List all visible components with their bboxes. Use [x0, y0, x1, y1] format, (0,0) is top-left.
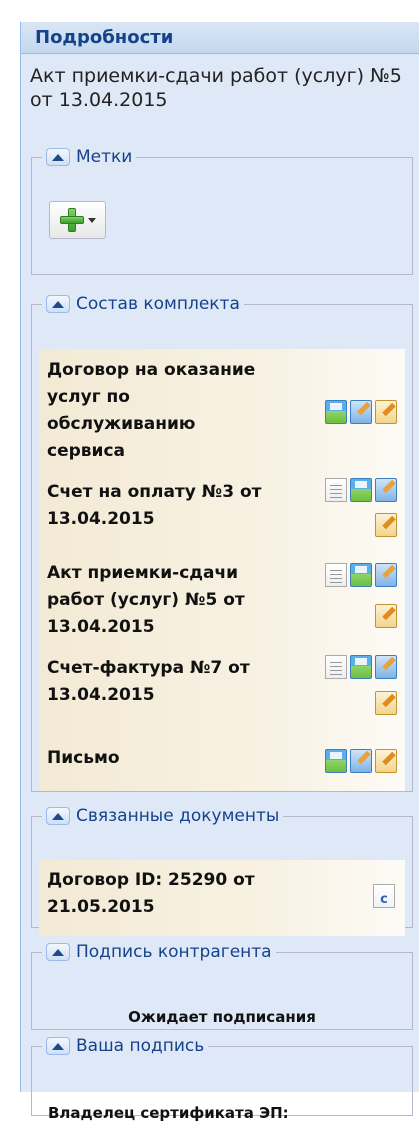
kit-item[interactable]: Счет-фактура №7 от 13.04.2015 — [39, 651, 405, 733]
details-panel: Подробности Акт приемки-сдачи работ (усл… — [20, 22, 419, 1122]
edit-icon[interactable] — [375, 563, 397, 587]
counterparty-legend-text: Подпись контрагента — [76, 942, 272, 962]
add-label-button[interactable] — [49, 201, 106, 239]
document-icon[interactable] — [325, 655, 347, 679]
labels-legend[interactable]: Метки — [42, 147, 136, 167]
panel-title: Подробности — [21, 22, 419, 54]
kit-item[interactable]: Счет на оплату №3 от 13.04.2015 — [39, 475, 405, 556]
save-icon[interactable] — [350, 563, 372, 587]
kit-legend-text: Состав комплекта — [76, 294, 240, 314]
edit-icon[interactable] — [375, 478, 397, 502]
collapse-icon[interactable] — [46, 1037, 70, 1055]
related-item[interactable]: Договор ID: 25290 от 21.05.2015 c — [39, 860, 405, 936]
collapse-icon[interactable] — [46, 148, 70, 166]
kit-item-title: Акт приемки-сдачи работ (услуг) №5 от 13… — [47, 563, 245, 637]
collapse-icon[interactable] — [46, 943, 70, 961]
kit-item-title: Счет-фактура №7 от 13.04.2015 — [47, 658, 250, 705]
edit-icon[interactable] — [350, 749, 372, 773]
sign-icon[interactable] — [375, 691, 397, 715]
kit-item[interactable]: Договор на оказание услуг по обслуживани… — [39, 349, 405, 475]
kit-item[interactable]: Акт приемки-сдачи работ (услуг) №5 от 13… — [39, 556, 405, 651]
sign-icon[interactable] — [375, 604, 397, 628]
save-icon[interactable] — [350, 655, 372, 679]
document-icon[interactable] — [325, 563, 347, 587]
plus-icon — [59, 208, 84, 232]
save-icon[interactable] — [350, 478, 372, 502]
my-signature-group: Ваша подпись Владелец сертификата ЭП: — [31, 1036, 413, 1122]
document-icon[interactable] — [325, 478, 347, 502]
status-text: Ожидает подписания — [128, 1008, 316, 1026]
collapse-icon[interactable] — [46, 807, 70, 825]
certificate-owner-label: Владелец сертификата ЭП: — [48, 1104, 289, 1122]
counterparty-group: Подпись контрагента Ожидает подписания — [31, 942, 413, 1030]
kit-group: Состав комплекта Договор на оказание усл… — [31, 294, 413, 792]
collapse-icon[interactable] — [46, 295, 70, 313]
document-title: Акт приемки-сдачи работ (услуг) №5 от 13… — [30, 65, 402, 111]
kit-legend[interactable]: Состав комплекта — [42, 294, 244, 314]
related-item-title: Договор ID: 25290 от 21.05.2015 — [47, 870, 255, 917]
sign-icon[interactable] — [375, 749, 397, 773]
kit-item-title: Письмо — [47, 748, 120, 768]
sign-icon[interactable] — [375, 400, 397, 424]
save-icon[interactable] — [325, 749, 347, 773]
related-legend[interactable]: Связанные документы — [42, 806, 283, 826]
counterparty-legend[interactable]: Подпись контрагента — [42, 942, 276, 962]
edit-icon[interactable] — [375, 655, 397, 679]
save-icon[interactable] — [325, 400, 347, 424]
edit-icon[interactable] — [350, 400, 372, 424]
labels-group: Метки — [31, 147, 413, 275]
related-legend-text: Связанные документы — [76, 806, 280, 826]
labels-legend-text: Метки — [76, 147, 133, 167]
kit-item[interactable]: Письмо — [39, 733, 405, 791]
contract-icon[interactable]: c — [373, 884, 395, 908]
kit-item-title: Счет на оплату №3 от 13.04.2015 — [47, 482, 262, 529]
kit-item-title: Договор на оказание услуг по обслуживани… — [47, 360, 256, 461]
sign-icon[interactable] — [375, 513, 397, 537]
my-signature-legend[interactable]: Ваша подпись — [42, 1036, 208, 1056]
related-group: Связанные документы Договор ID: 25290 от… — [31, 806, 413, 936]
my-signature-legend-text: Ваша подпись — [76, 1036, 205, 1056]
chevron-down-icon — [87, 217, 96, 223]
